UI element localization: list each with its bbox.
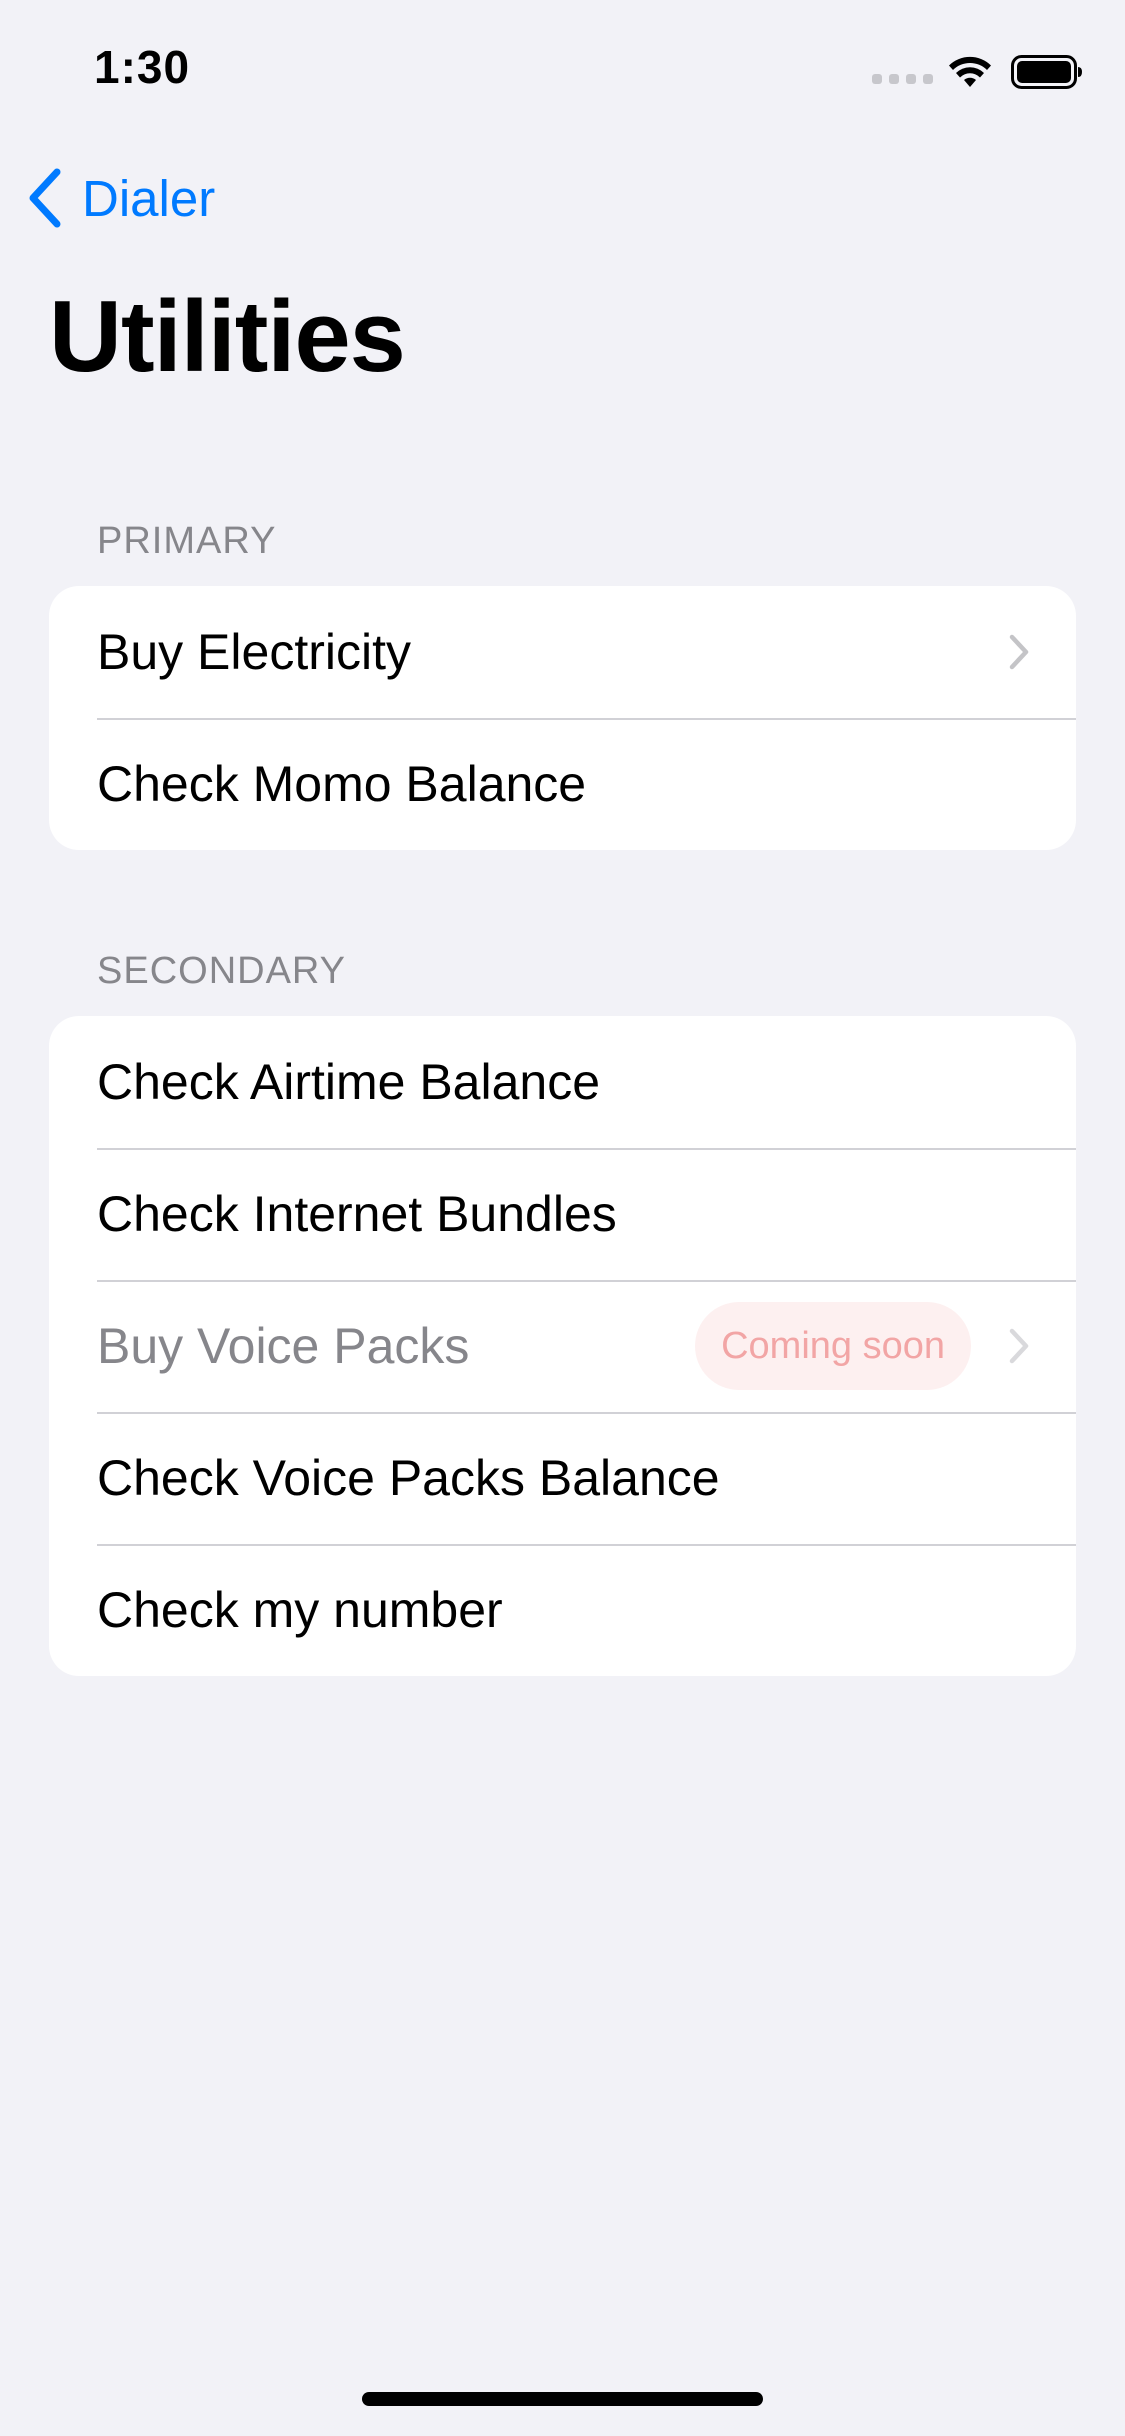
status-icons xyxy=(872,52,1083,92)
row-check-my-number[interactable]: Check my number xyxy=(49,1544,1076,1676)
page-title: Utilities xyxy=(49,281,406,393)
row-label: Check my number xyxy=(97,1582,503,1638)
row-check-airtime-balance[interactable]: Check Airtime Balance xyxy=(49,1016,1076,1148)
coming-soon-badge: Coming soon xyxy=(695,1302,971,1390)
row-check-momo-balance[interactable]: Check Momo Balance xyxy=(49,718,1076,850)
row-label: Check Voice Packs Balance xyxy=(97,1450,720,1506)
row-check-internet-bundles[interactable]: Check Internet Bundles xyxy=(49,1148,1076,1280)
back-button[interactable]: Dialer xyxy=(26,168,215,228)
home-indicator[interactable] xyxy=(362,2392,763,2406)
cellular-signal-icon xyxy=(872,74,933,84)
secondary-group: Check Airtime Balance Check Internet Bun… xyxy=(49,1016,1076,1676)
row-buy-voice-packs[interactable]: Buy Voice Packs Coming soon xyxy=(49,1280,1076,1412)
row-label: Check Airtime Balance xyxy=(97,1054,601,1110)
row-label: Buy Electricity xyxy=(97,624,411,680)
wifi-icon xyxy=(949,56,991,87)
chevron-right-icon xyxy=(1009,1328,1029,1364)
utilities-screen: 1:30 Dialer Utilities PRIMARY Buy Electr… xyxy=(0,0,1125,2436)
section-header-primary: PRIMARY xyxy=(97,520,277,562)
battery-icon xyxy=(1011,55,1082,89)
row-label: Check Momo Balance xyxy=(97,756,587,812)
chevron-right-icon xyxy=(1009,634,1029,670)
row-label: Check Internet Bundles xyxy=(97,1186,617,1242)
status-time: 1:30 xyxy=(94,41,191,93)
row-label: Buy Voice Packs xyxy=(97,1318,470,1374)
chevron-left-icon xyxy=(29,168,61,228)
row-check-voice-packs-balance[interactable]: Check Voice Packs Balance xyxy=(49,1412,1076,1544)
primary-group: Buy Electricity Check Momo Balance xyxy=(49,586,1076,850)
row-buy-electricity[interactable]: Buy Electricity xyxy=(49,586,1076,718)
section-header-secondary: SECONDARY xyxy=(97,950,347,992)
back-button-label: Dialer xyxy=(82,169,216,227)
